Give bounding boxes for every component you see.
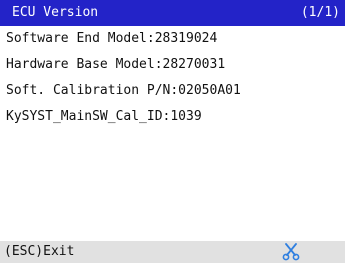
exit-button[interactable]: (ESC)Exit <box>4 241 74 263</box>
mainsw-cal-id: KySYST_MainSW_Cal_ID:1039 <box>6 109 202 124</box>
soft-calibration-pn: Soft. Calibration P/N:02050A01 <box>6 83 241 98</box>
hardware-base-model: Hardware Base Model:28270031 <box>6 57 226 72</box>
footer-bar: (ESC)Exit <box>0 241 345 263</box>
software-end-model: Software End Model:28319024 <box>6 31 218 46</box>
scissors-icon[interactable] <box>282 243 300 261</box>
page-title: ECU Version <box>12 5 99 20</box>
page-indicator: (1/1) <box>300 5 340 20</box>
ecu-info-list: Software End Model:28319024 Hardware Bas… <box>6 26 241 130</box>
ecu-version-screen: ECU Version (1/1) Software End Model:283… <box>0 0 345 263</box>
title-bar: ECU Version (1/1) <box>0 0 345 26</box>
